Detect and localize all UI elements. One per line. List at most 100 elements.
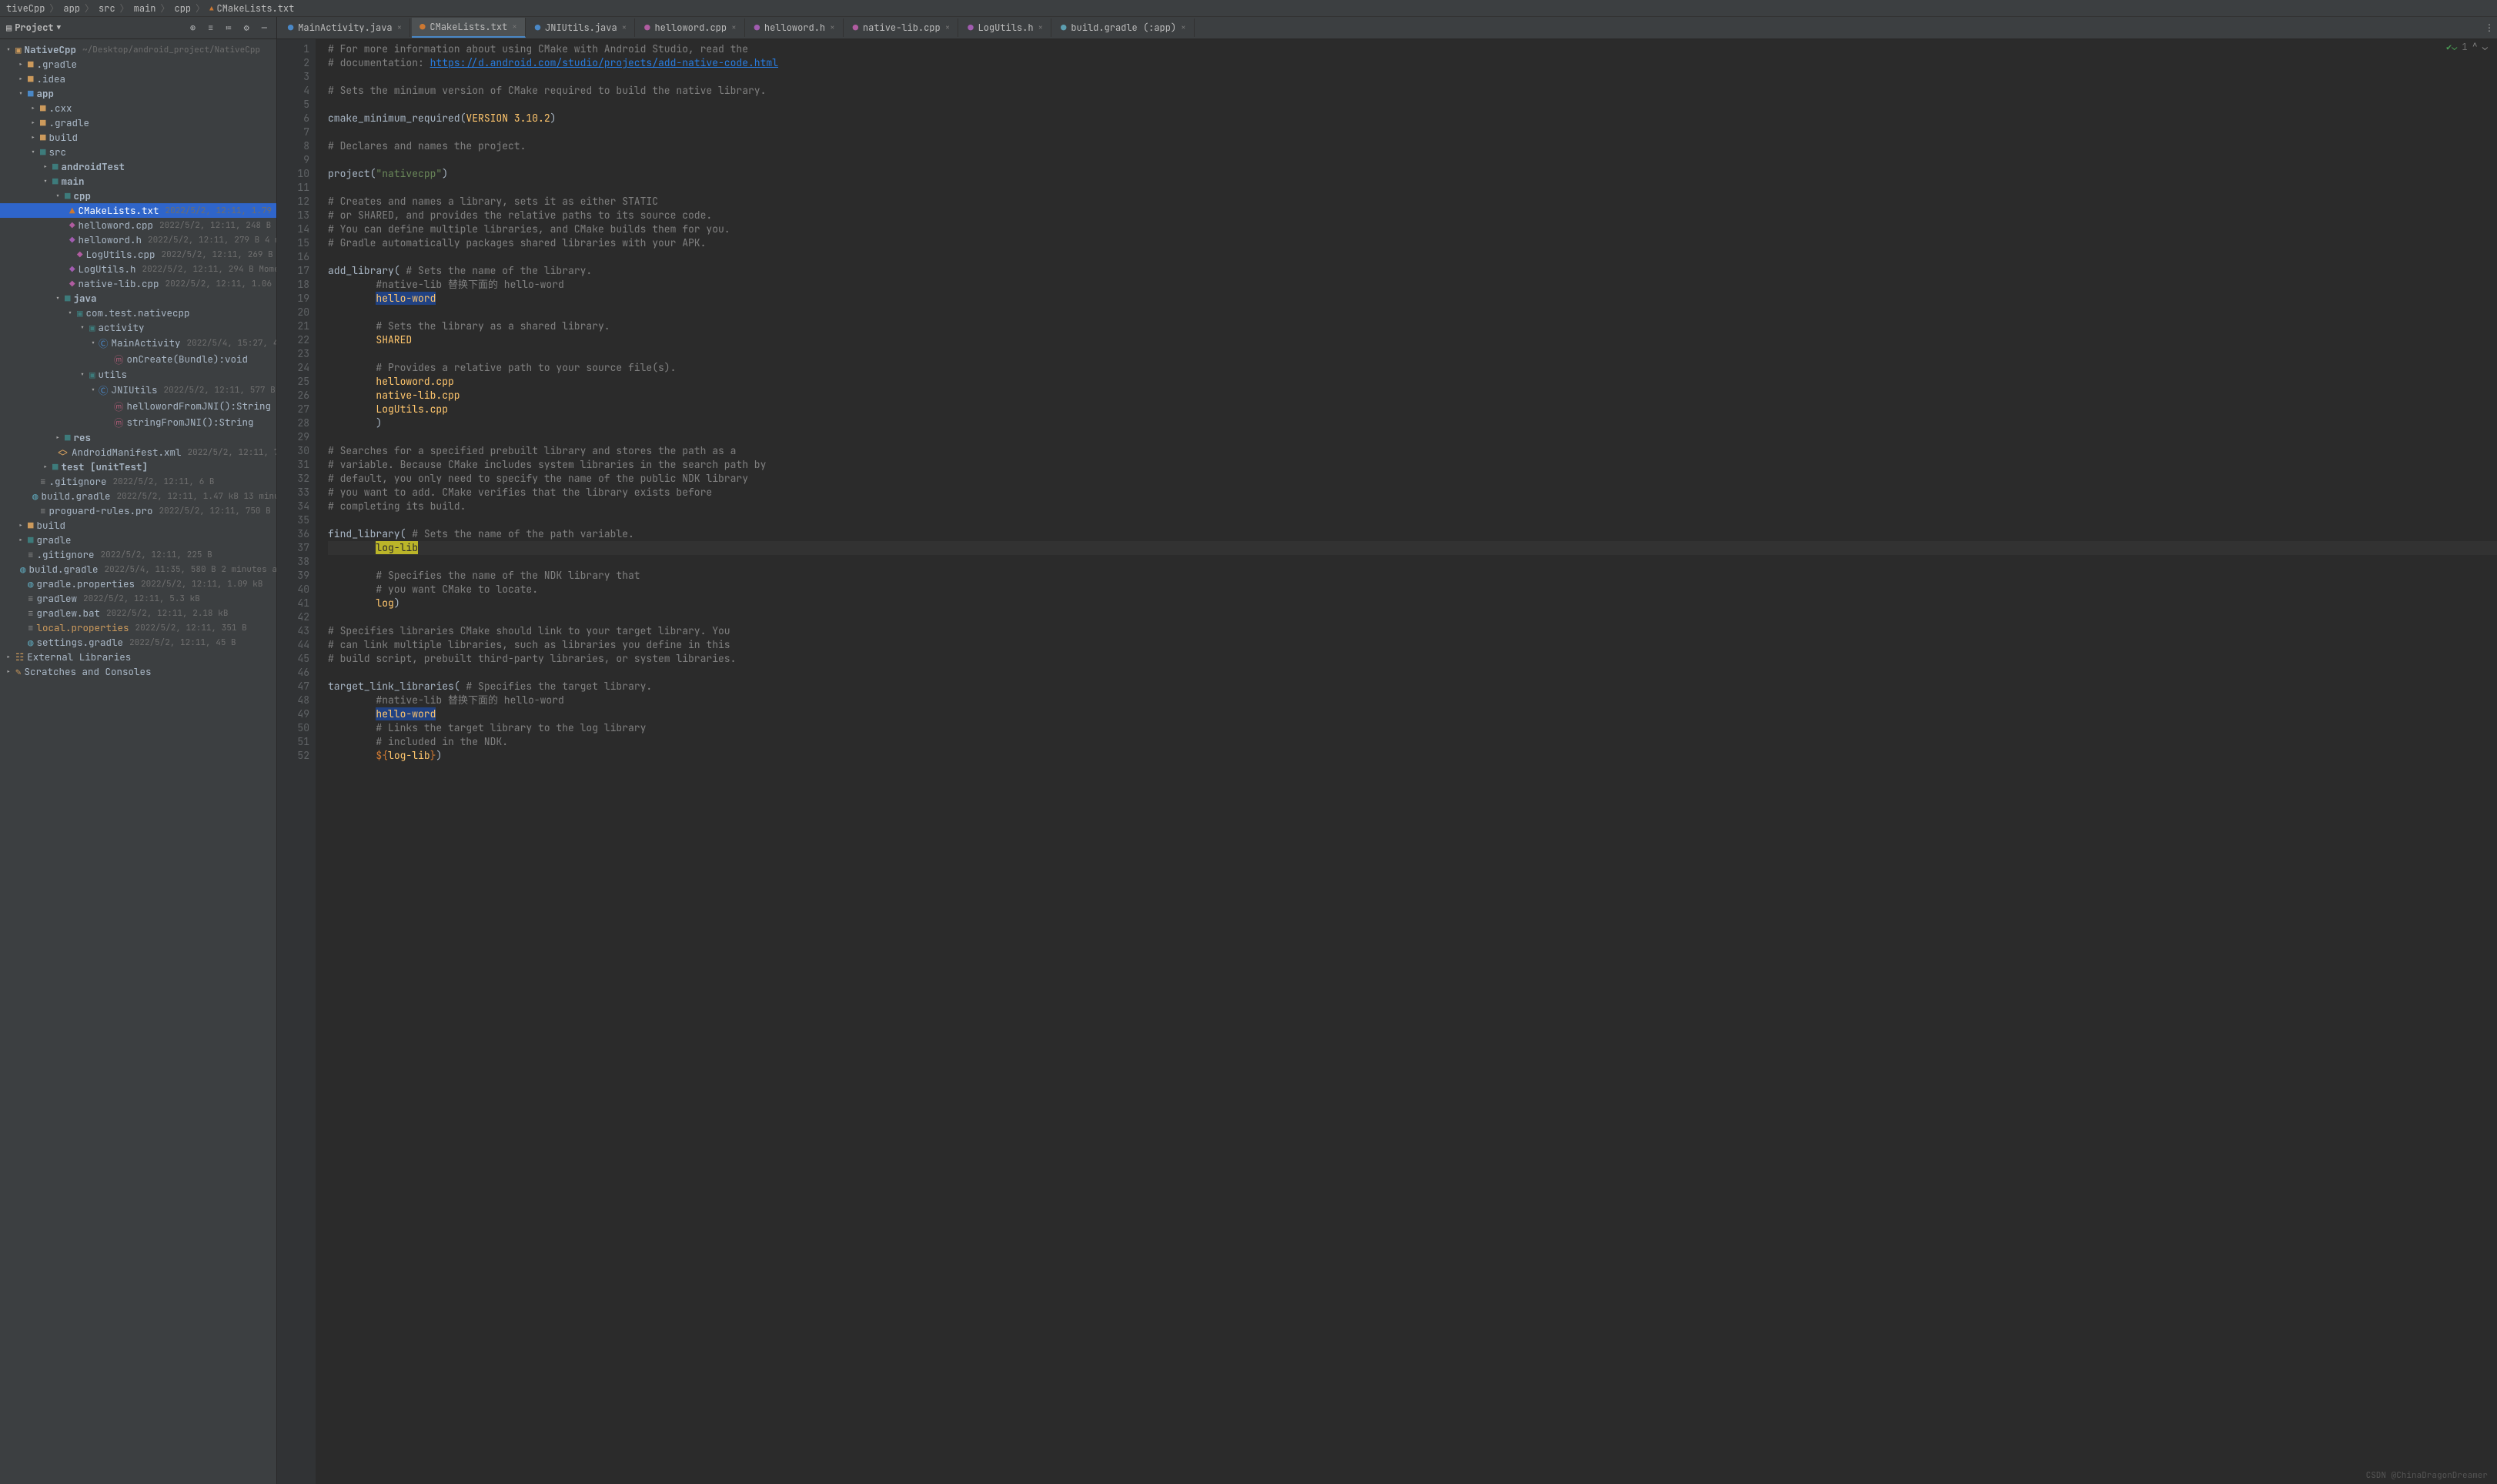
tree-row[interactable]: ◆LogUtils.h2022/5/2, 12:11, 294 B Moment… [0,262,276,276]
tree-row[interactable]: ≡proguard-rules.pro2022/5/2, 12:11, 750 … [0,503,276,518]
close-icon[interactable]: × [397,22,403,33]
tree-row[interactable]: ▸■res [0,430,276,445]
editor-tab[interactable]: ●build.gradle (:app)× [1053,18,1195,37]
code-line[interactable] [328,306,2497,319]
tree-row[interactable]: ⓜstringFromJNI():String [0,414,276,430]
editor-tab[interactable]: ●native-lib.cpp× [845,18,959,37]
tree-row[interactable]: ▸■androidTest [0,159,276,174]
code-line[interactable]: # Links the target library to the log li… [328,721,2497,735]
code-line[interactable]: find_library( # Sets the name of the pat… [328,527,2497,541]
disclosure-icon[interactable]: ▾ [54,191,62,201]
code-line[interactable]: # variable. Because CMake includes syste… [328,458,2497,472]
code-line[interactable] [328,430,2497,444]
tree-row[interactable]: ▸■test [unitTest] [0,460,276,474]
tree-row[interactable]: ▸■.gradle [0,57,276,72]
code-line[interactable]: #native-lib 替换下面的 hello-word [328,278,2497,292]
disclosure-icon[interactable]: ▸ [17,535,25,545]
more-tabs-icon[interactable]: ⋮ [2482,20,2497,35]
code-line[interactable]: log-lib [328,541,2497,555]
code-line[interactable]: # Gradle automatically packages shared l… [328,236,2497,250]
tree-row[interactable]: ▾■app [0,86,276,101]
code-line[interactable] [328,70,2497,84]
disclosure-icon[interactable]: ▾ [42,176,49,186]
code-line[interactable]: SHARED [328,333,2497,347]
minimize-icon[interactable]: — [259,20,270,35]
caret-down-icon[interactable]: ⌄ [2482,41,2488,53]
tree-row[interactable]: ⓜhellowordFromJNI():String [0,398,276,414]
editor-tab[interactable]: ●MainActivity.java× [280,18,410,37]
collapse-icon[interactable]: ≔ [222,20,234,35]
code-line[interactable]: # Creates and names a library, sets it a… [328,195,2497,209]
close-icon[interactable]: × [945,22,951,33]
breadcrumb-item[interactable]: main [134,2,156,15]
close-icon[interactable]: × [1038,22,1044,33]
code-line[interactable] [328,98,2497,112]
tree-row[interactable]: ≡gradlew2022/5/2, 12:11, 5.3 kB [0,591,276,606]
project-panel-label[interactable]: ▤ Project ▼ [6,22,61,34]
code-line[interactable]: native-lib.cpp [328,389,2497,403]
code-line[interactable]: # build script, prebuilt third-party lib… [328,652,2497,666]
breadcrumb-item[interactable]: ▲CMakeLists.txt [209,2,294,15]
code-line[interactable]: ${log-lib}) [328,749,2497,763]
tree-row[interactable]: ≡gradlew.bat2022/5/2, 12:11, 2.18 kB [0,606,276,620]
locate-icon[interactable]: ⊕ [187,20,199,35]
code-line[interactable]: # Specifies the name of the NDK library … [328,569,2497,583]
code-line[interactable]: # Declares and names the project. [328,139,2497,153]
disclosure-icon[interactable]: ▸ [42,462,49,472]
close-icon[interactable]: × [512,22,517,32]
code-line[interactable]: # default, you only need to specify the … [328,472,2497,486]
breadcrumb-item[interactable]: cpp [175,2,192,15]
tree-row[interactable]: ◍gradle.properties2022/5/2, 12:11, 1.09 … [0,577,276,591]
editor-tab[interactable]: ●helloword.h× [747,18,844,37]
code-line[interactable]: # completing its build. [328,500,2497,513]
disclosure-icon[interactable]: ▾ [66,308,74,318]
tree-row[interactable]: ▸■gradle [0,533,276,547]
tree-row[interactable]: ▸■.gradle [0,115,276,130]
tree-row[interactable]: ≡.gitignore2022/5/2, 12:11, 6 B [0,474,276,489]
code-line[interactable] [328,181,2497,195]
code-line[interactable]: project("nativecpp") [328,167,2497,181]
disclosure-icon[interactable]: ▸ [54,433,62,443]
disclosure-icon[interactable]: ▾ [54,293,62,303]
tree-row[interactable]: ▾■main [0,174,276,189]
code-line[interactable]: hello-word [328,707,2497,721]
disclosure-icon[interactable]: ▸ [29,103,37,113]
editor-code-area[interactable]: # For more information about using CMake… [316,39,2497,1484]
code-line[interactable]: # or SHARED, and provides the relative p… [328,209,2497,222]
disclosure-icon[interactable]: ▸ [29,132,37,142]
disclosure-icon[interactable]: ▾ [91,385,95,395]
tree-row[interactable]: ▾■cpp [0,189,276,203]
code-line[interactable]: # Specifies libraries CMake should link … [328,624,2497,638]
tree-row[interactable]: ⓜonCreate(Bundle):void [0,351,276,367]
close-icon[interactable]: × [830,22,835,33]
code-line[interactable]: # Sets the minimum version of CMake requ… [328,84,2497,98]
code-line[interactable] [328,250,2497,264]
tree-row[interactable]: ◆helloword.h2022/5/2, 12:11, 279 B 4 min… [0,232,276,247]
tree-row[interactable]: ▲CMakeLists.txt2022/5/2, 12:11, 1.79 kB … [0,203,276,218]
code-line[interactable]: #native-lib 替换下面的 hello-word [328,694,2497,707]
code-line[interactable]: log) [328,597,2497,610]
code-line[interactable] [328,153,2497,167]
disclosure-icon[interactable]: ▾ [79,323,86,333]
disclosure-icon[interactable]: ▸ [29,118,37,128]
tree-row[interactable]: ≡local.properties2022/5/2, 12:11, 351 B [0,620,276,635]
editor-tab[interactable]: ●JNIUtils.java× [527,18,635,37]
gear-icon[interactable]: ⚙ [241,20,252,35]
close-icon[interactable]: × [622,22,627,33]
disclosure-icon[interactable]: ▾ [91,338,95,348]
editor-tab[interactable]: ●helloword.cpp× [637,18,744,37]
tree-row[interactable]: ▸■.cxx [0,101,276,115]
code-line[interactable]: target_link_libraries( # Specifies the t… [328,680,2497,694]
breadcrumb-item[interactable]: src [99,2,115,15]
close-icon[interactable]: × [1181,22,1186,33]
tree-row[interactable]: ▾▣com.test.nativecpp [0,306,276,320]
tree-row[interactable]: ◆LogUtils.cpp2022/5/2, 12:11, 269 B [0,247,276,262]
code-line[interactable]: cmake_minimum_required(VERSION 3.10.2) [328,112,2497,125]
tree-row[interactable]: ▸☷External Libraries [0,650,276,664]
editor-tab[interactable]: ●LogUtils.h× [960,18,1051,37]
disclosure-icon[interactable]: ▸ [17,59,25,69]
tree-row[interactable]: ▸■.idea [0,72,276,86]
disclosure-icon[interactable]: ▸ [42,162,49,172]
code-line[interactable]: helloword.cpp [328,375,2497,389]
tree-row[interactable]: ▾ⒸMainActivity2022/5/4, 15:27, 4.04 kB M… [0,335,276,351]
